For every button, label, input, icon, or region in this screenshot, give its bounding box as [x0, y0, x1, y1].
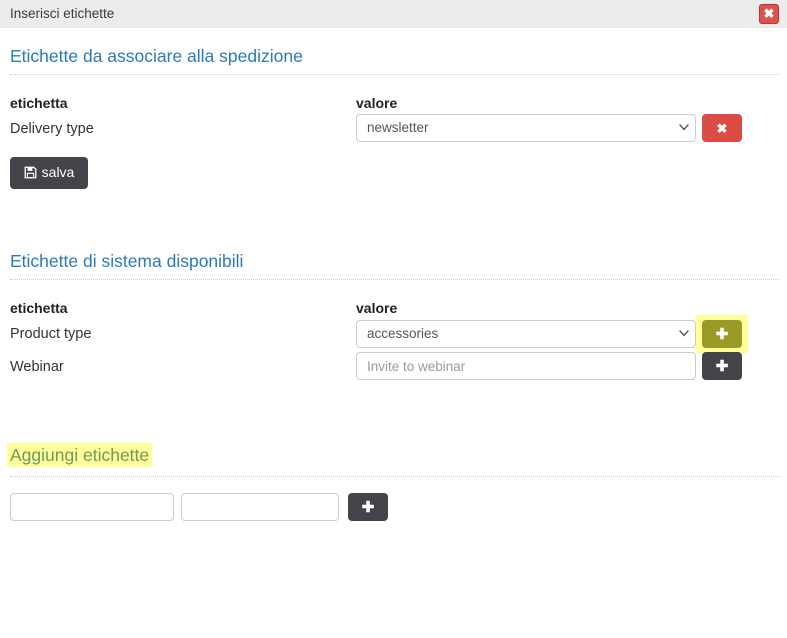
save-icon — [24, 159, 37, 189]
plus-icon[interactable]: ✚ — [702, 320, 742, 348]
select-product-type[interactable]: accessories — [356, 320, 696, 348]
dialog-title: Inserisci etichette — [10, 6, 115, 21]
section-divider-system — [10, 279, 780, 280]
dialog-titlebar: Inserisci etichette ✖ — [0, 0, 787, 28]
section-divider-add — [10, 476, 780, 477]
row-label-webinar: Webinar — [10, 359, 64, 375]
plus-icon[interactable]: ✚ — [348, 493, 388, 521]
input-webinar-value[interactable] — [356, 352, 696, 380]
input-new-label-value[interactable] — [181, 493, 339, 521]
column-header-etichetta-system: etichetta — [10, 300, 68, 316]
section-divider-assigned — [10, 74, 780, 75]
select-wrap-delivery-type: newsletter — [356, 114, 696, 142]
highlight-box-add-product-type: ✚ — [696, 315, 748, 353]
section-title-assigned: Etichette da associare alla spedizione — [10, 46, 303, 66]
column-header-etichetta-assigned: etichetta — [10, 95, 68, 111]
section-title-add: Aggiungi etichette — [7, 443, 153, 467]
select-wrap-product-type: accessories — [356, 320, 696, 348]
save-button-label: salva — [41, 164, 75, 180]
column-header-valore-assigned: valore — [356, 95, 398, 111]
select-delivery-type[interactable]: newsletter — [356, 114, 696, 142]
section-title-system: Etichette di sistema disponibili — [10, 251, 244, 271]
column-header-valore-system: valore — [356, 300, 398, 316]
row-label-product-type: Product type — [10, 326, 92, 342]
row-label-delivery-type: Delivery type — [10, 121, 94, 137]
input-new-label-name[interactable] — [10, 493, 174, 521]
dialog-content: Etichette da associare alla spedizione e… — [0, 28, 787, 638]
close-icon[interactable]: ✖ — [759, 4, 779, 24]
plus-icon[interactable]: ✚ — [702, 352, 742, 380]
save-button[interactable]: salva — [10, 157, 88, 189]
remove-icon[interactable]: ✖ — [702, 114, 742, 142]
